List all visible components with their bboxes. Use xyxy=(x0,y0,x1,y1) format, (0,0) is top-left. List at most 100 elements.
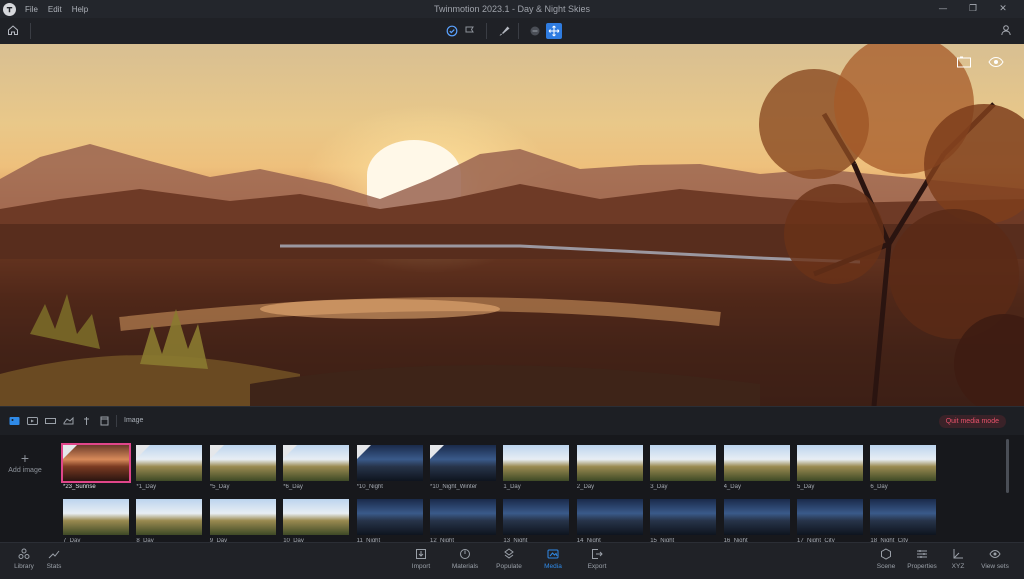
media-thumbnail[interactable] xyxy=(61,443,131,483)
thumbnail-image xyxy=(283,499,350,535)
eye-icon[interactable] xyxy=(988,56,1004,68)
media-button[interactable]: Media xyxy=(533,548,573,570)
add-image-button[interactable]: + Add image xyxy=(0,451,50,474)
xyz-label: XYZ xyxy=(951,563,965,570)
delete-icon[interactable] xyxy=(99,416,110,426)
media-thumbnail[interactable] xyxy=(136,499,203,535)
xyz-button[interactable]: XYZ xyxy=(938,548,978,570)
scene-icon xyxy=(881,548,891,560)
modified-corner-icon xyxy=(356,445,371,459)
thumbnail-label: *23_Sunrise xyxy=(63,484,96,490)
media-thumbnail[interactable] xyxy=(870,499,937,535)
thumbnail-label: 1_Day xyxy=(503,484,521,490)
populate-label: Populate xyxy=(496,563,522,570)
import-icon xyxy=(416,549,426,559)
twinmotion-logo-icon[interactable] xyxy=(3,2,16,16)
brush-icon[interactable] xyxy=(496,23,512,39)
tab-separator xyxy=(116,415,117,427)
menu-help[interactable]: Help xyxy=(72,5,88,14)
xyz-icon xyxy=(953,549,963,559)
view-sets-button[interactable]: View sets xyxy=(975,548,1015,570)
section-label: Image xyxy=(124,417,144,424)
autumn-tree xyxy=(759,44,1024,406)
media-thumbnail[interactable] xyxy=(797,445,863,481)
flag-icon[interactable] xyxy=(462,23,478,39)
thumbnail-image xyxy=(356,499,423,535)
media-thumbnail[interactable] xyxy=(356,499,423,535)
media-thumbnail[interactable] xyxy=(723,499,790,535)
media-thumbnail[interactable] xyxy=(503,499,570,535)
properties-button[interactable]: Properties xyxy=(902,548,942,570)
media-thumbnail[interactable] xyxy=(283,445,350,481)
media-thumbnail[interactable] xyxy=(283,499,350,535)
panorama-tab-icon[interactable] xyxy=(45,416,56,426)
add-image-label: Add image xyxy=(8,467,42,474)
scene-label: Scene xyxy=(876,563,896,570)
checkmark-circle-icon[interactable] xyxy=(444,23,460,39)
thumbnail-image xyxy=(650,445,717,481)
media-thumbnail[interactable] xyxy=(63,499,129,535)
phased-tab-icon[interactable] xyxy=(63,416,74,426)
media-thumbnail[interactable] xyxy=(870,445,937,481)
media-thumbnail[interactable] xyxy=(430,445,496,481)
media-thumbnail[interactable] xyxy=(650,445,717,481)
media-thumbnail[interactable] xyxy=(136,445,203,481)
export-label: Export xyxy=(587,563,607,570)
toolbar-separator xyxy=(30,23,31,39)
window-controls: — ❐ ✕ xyxy=(928,2,1018,16)
stats-icon xyxy=(48,550,60,559)
modified-corner-icon xyxy=(209,445,224,459)
thumbnail-label: *10_Night xyxy=(356,484,383,490)
import-button[interactable]: Import xyxy=(401,548,441,570)
thumbnail-scrollbar[interactable] xyxy=(1006,439,1009,493)
view-sets-icon xyxy=(989,549,1001,559)
camera-view-icon[interactable] xyxy=(956,56,972,68)
minimize-button[interactable]: — xyxy=(928,2,958,16)
stats-button[interactable]: Stats xyxy=(34,548,74,570)
stats-label: Stats xyxy=(46,563,62,570)
thumbnail-image xyxy=(797,499,863,535)
thumbnail-image xyxy=(797,445,863,481)
thumbnail-image xyxy=(576,499,643,535)
thumbnail-label: 5_Day xyxy=(797,484,815,490)
quit-media-mode-button[interactable]: Quit media mode xyxy=(938,415,1006,428)
scene-button[interactable]: Scene xyxy=(866,548,906,570)
media-thumbnail[interactable] xyxy=(576,499,643,535)
media-thumbnail[interactable] xyxy=(576,445,643,481)
thumbnail-image xyxy=(870,499,937,535)
media-thumbnail[interactable] xyxy=(650,499,717,535)
thumbnail-image xyxy=(723,499,790,535)
thumbnail-label: *6_Day xyxy=(283,484,303,490)
library-icon xyxy=(18,548,30,559)
media-thumbnail[interactable] xyxy=(797,499,863,535)
user-icon[interactable] xyxy=(1000,24,1012,36)
thumbnail-image xyxy=(870,445,937,481)
bottom-navigation-bar: Library Stats Import Materials Populate … xyxy=(0,542,1024,579)
media-thumbnail[interactable] xyxy=(209,445,276,481)
media-thumbnail[interactable] xyxy=(723,445,790,481)
thumbnail-label: *10_Night_Winter xyxy=(430,484,478,490)
menu-file[interactable]: File xyxy=(25,5,38,14)
presentation-tab-icon[interactable] xyxy=(81,416,92,426)
menu-edit[interactable]: Edit xyxy=(48,5,62,14)
materials-icon xyxy=(460,549,470,559)
video-tab-icon[interactable] xyxy=(27,416,38,426)
3d-viewport[interactable] xyxy=(0,44,1024,406)
media-thumbnail[interactable] xyxy=(356,445,423,481)
modified-corner-icon xyxy=(136,445,151,459)
media-thumbnail[interactable] xyxy=(503,445,570,481)
populate-button[interactable]: Populate xyxy=(489,548,529,570)
image-tab-icon[interactable] xyxy=(9,416,20,426)
orbit-icon[interactable] xyxy=(527,23,543,39)
thumbnail-image xyxy=(63,499,129,535)
media-thumbnail[interactable] xyxy=(209,499,276,535)
restore-button[interactable]: ❐ xyxy=(958,2,988,16)
move-icon[interactable] xyxy=(546,23,562,39)
media-thumbnail[interactable] xyxy=(430,499,496,535)
export-button[interactable]: Export xyxy=(577,548,617,570)
thumbnail-label: 3_Day xyxy=(650,484,668,490)
thumbnail-label: 4_Day xyxy=(723,484,741,490)
home-icon[interactable] xyxy=(7,24,19,36)
materials-button[interactable]: Materials xyxy=(445,548,485,570)
close-button[interactable]: ✕ xyxy=(988,2,1018,16)
